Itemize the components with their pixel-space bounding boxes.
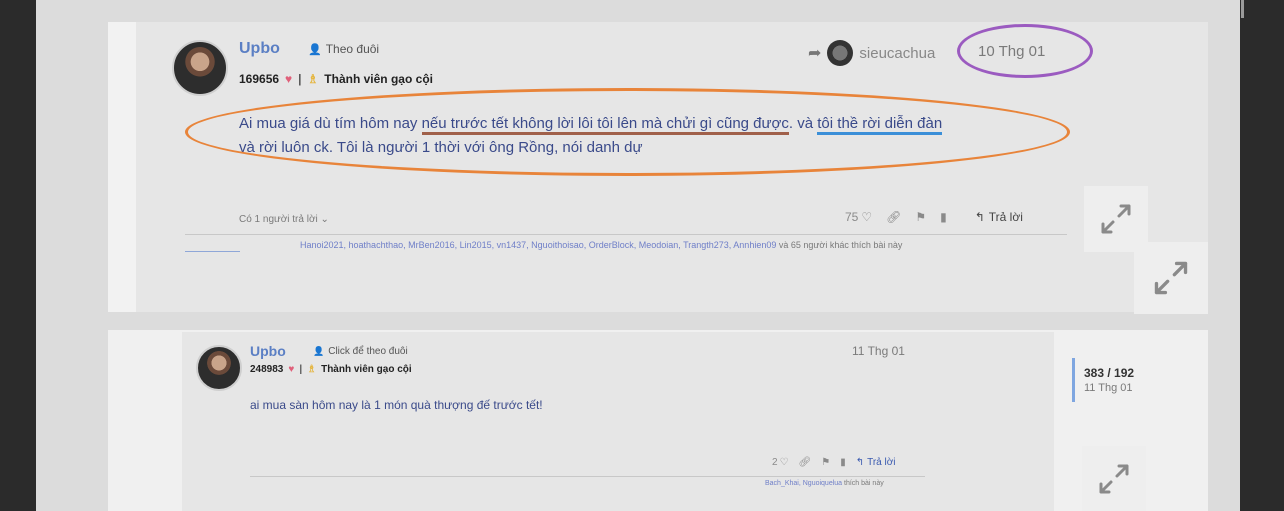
likers-list[interactable]: Bach_Khai, Nguoiquelua thích bài này bbox=[765, 480, 884, 487]
avatar[interactable] bbox=[172, 40, 228, 96]
like-button[interactable]: 2 ♡ bbox=[772, 457, 789, 468]
heart-icon: ♥ bbox=[285, 72, 293, 86]
avatar[interactable] bbox=[196, 345, 242, 391]
expand-button[interactable] bbox=[1082, 446, 1146, 511]
follow-button[interactable]: 👤 Theo đuôi bbox=[308, 42, 379, 56]
expand-button-secondary[interactable] bbox=[1134, 242, 1208, 314]
rank-label: Thành viên gạo cội bbox=[324, 72, 433, 86]
flag-icon[interactable]: ⚑ bbox=[915, 210, 926, 224]
likers-divider bbox=[250, 476, 925, 477]
separator: | bbox=[298, 72, 302, 86]
timeline-progress: 383 / 192 bbox=[1084, 366, 1135, 380]
expand-icon bbox=[1099, 464, 1129, 493]
flag-icon[interactable]: ⚑ bbox=[821, 457, 830, 468]
likers-divider bbox=[185, 234, 1067, 235]
replies-toggle[interactable]: Có 1 người trả lời ⌄ bbox=[239, 214, 329, 225]
shared-username: sieucachua bbox=[859, 44, 936, 62]
bookmark-icon[interactable]: ▮ bbox=[840, 457, 846, 468]
scrollbar-track[interactable] bbox=[1240, 0, 1284, 511]
reply-button[interactable]: ↰ Trả lời bbox=[975, 210, 1023, 224]
reply-arrow-icon: ↰ bbox=[974, 210, 985, 224]
heart-icon: ♥ bbox=[288, 364, 295, 375]
share-arrow-icon: ➦ bbox=[808, 45, 822, 62]
date-highlight-circle bbox=[957, 24, 1093, 78]
heart-outline-icon: ♡ bbox=[779, 457, 789, 468]
username-link[interactable]: Upbo bbox=[250, 343, 286, 359]
chevron-down-icon: ⌄ bbox=[320, 214, 329, 225]
post-actions: 2 ♡ 🔗︎ ⚑ ▮ ↰ Trả lời bbox=[772, 457, 896, 468]
points-count: 248983 bbox=[250, 364, 284, 375]
link-icon[interactable]: 🔗︎ bbox=[886, 210, 901, 224]
person-plus-icon: 👤 bbox=[313, 346, 325, 356]
expand-icon bbox=[1101, 204, 1131, 234]
separator: | bbox=[299, 364, 303, 375]
post-card-1-left-border bbox=[108, 22, 136, 312]
reply-button[interactable]: ↰ Trả lời bbox=[856, 457, 896, 468]
likers-accent bbox=[185, 251, 240, 252]
user-stats: 248983 ♥ | ♗ Thành viên gạo cội bbox=[250, 364, 412, 375]
username-link[interactable]: Upbo bbox=[239, 40, 280, 58]
post-date[interactable]: 11 Thg 01 bbox=[852, 344, 905, 358]
heart-outline-icon: ♡ bbox=[861, 210, 873, 224]
follow-button[interactable]: 👤 Click để theo đuôi bbox=[313, 346, 408, 357]
link-icon[interactable]: 🔗︎ bbox=[799, 457, 812, 468]
rank-badge-icon: ♗ bbox=[307, 72, 319, 86]
likers-list[interactable]: Hanoi2021, hoathachthao, MrBen2016, Lin2… bbox=[300, 240, 902, 250]
post-actions: 75 ♡ 🔗︎ ⚑ ▮ ↰ Trả lời bbox=[845, 210, 1023, 224]
rank-label: Thành viên gạo cội bbox=[321, 364, 412, 375]
shared-from[interactable]: ➦ sieucachua bbox=[808, 40, 935, 66]
user-stats: 169656 ♥ | ♗ Thành viên gạo cội bbox=[239, 72, 433, 86]
shared-avatar bbox=[827, 40, 854, 66]
timeline-date: 11 Thg 01 bbox=[1084, 382, 1133, 394]
like-button[interactable]: 75 ♡ bbox=[845, 210, 872, 224]
scrollbar-thumb[interactable] bbox=[1241, 0, 1244, 18]
bookmark-icon[interactable]: ▮ bbox=[940, 210, 947, 224]
person-plus-icon: 👤 bbox=[308, 43, 322, 56]
like-count: 75 bbox=[845, 210, 859, 224]
points-count: 169656 bbox=[239, 72, 280, 86]
reply-arrow-icon: ↰ bbox=[855, 457, 865, 468]
post-card-2 bbox=[182, 332, 1054, 511]
like-count: 2 bbox=[772, 457, 778, 468]
post-content: ai mua sàn hôm nay là 1 món quà thượng đ… bbox=[250, 398, 543, 412]
expand-icon bbox=[1154, 261, 1188, 295]
rank-badge-icon: ♗ bbox=[307, 364, 317, 375]
content-highlight-ellipse bbox=[185, 88, 1070, 176]
timeline-scrubber[interactable] bbox=[1072, 358, 1075, 402]
